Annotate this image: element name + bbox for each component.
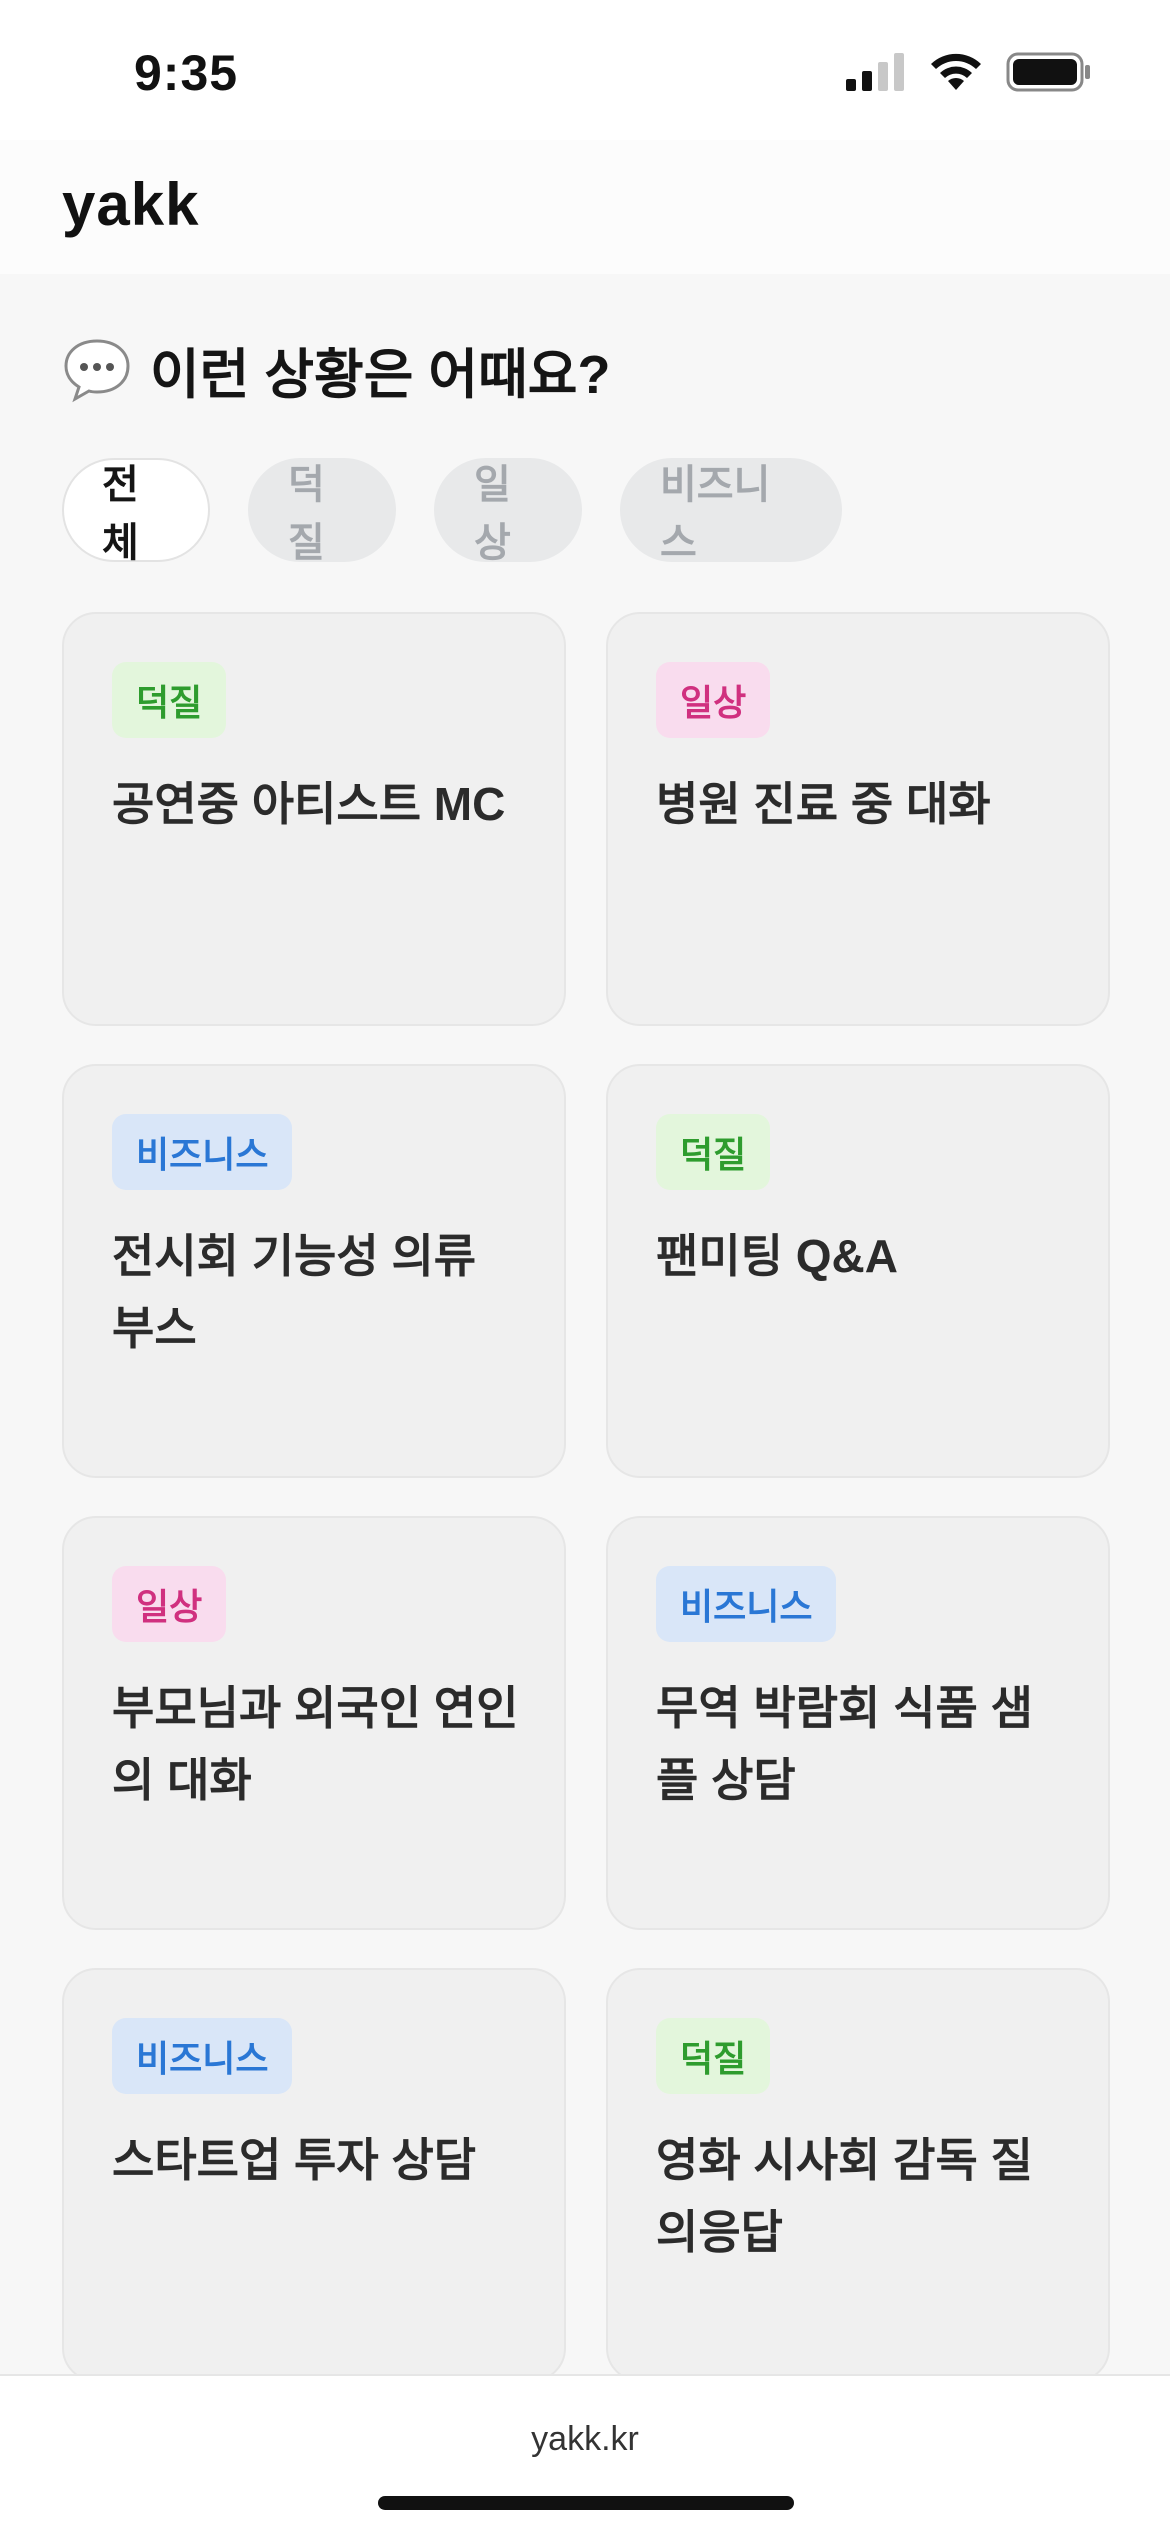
card-title: 병원 진료 중 대화 bbox=[656, 778, 991, 830]
status-bar: 9:35 bbox=[0, 0, 1170, 140]
category-tag: 일상 bbox=[656, 662, 771, 738]
app-logo[interactable]: yakk bbox=[62, 170, 199, 239]
category-tag: 비즈니스 bbox=[656, 1566, 837, 1642]
scenario-card[interactable]: 덕질 영화 시사회 감독 질의응답 bbox=[606, 1968, 1110, 2382]
wifi-icon bbox=[931, 53, 981, 90]
category-filter: 전체 덕질 일상 비즈니스 bbox=[62, 458, 842, 565]
status-time: 9:35 bbox=[134, 45, 239, 101]
category-tag: 비즈니스 bbox=[112, 2018, 293, 2094]
scenario-card[interactable]: 덕질 공연중 아티스트 MC bbox=[62, 612, 566, 1026]
scenario-card[interactable]: 비즈니스 무역 박람회 식품 샘플 상담 bbox=[606, 1516, 1110, 1930]
category-tag: 비즈니스 bbox=[112, 1114, 293, 1190]
scenario-card[interactable]: 비즈니스 전시회 기능성 의류 부스 bbox=[62, 1064, 566, 1478]
filter-chip-all[interactable]: 전체 bbox=[62, 458, 210, 565]
app-screen: 9:35 yakk 이런 상황은 어때요? 전체 덕질 일상 비즈니스 덕질 공… bbox=[0, 0, 1170, 2532]
battery-icon bbox=[1006, 52, 1090, 92]
scenario-card[interactable]: 덕질 팬미팅 Q&A bbox=[606, 1064, 1110, 1478]
card-title: 영화 시사회 감독 질의응답 bbox=[656, 2134, 1033, 2258]
cellular-signal-icon bbox=[846, 53, 904, 91]
category-tag: 덕질 bbox=[656, 2018, 771, 2094]
app-header: yakk bbox=[0, 140, 1170, 274]
url-label[interactable]: yakk.kr bbox=[0, 2420, 1170, 2459]
speech-bubble-icon bbox=[64, 338, 130, 402]
browser-bottom-bar: yakk.kr bbox=[0, 2374, 1170, 2532]
card-title: 공연중 아티스트 MC bbox=[112, 778, 506, 830]
section-title: 이런 상황은 어때요? bbox=[62, 330, 610, 409]
filter-chip-business[interactable]: 비즈니스 bbox=[620, 458, 842, 565]
home-indicator[interactable] bbox=[378, 2496, 794, 2510]
card-title: 스타트업 투자 상담 bbox=[112, 2134, 477, 2186]
filter-chip-fandom[interactable]: 덕질 bbox=[248, 458, 396, 565]
card-title: 전시회 기능성 의류 부스 bbox=[112, 1230, 477, 1354]
status-icons bbox=[846, 52, 1092, 92]
card-title: 팬미팅 Q&A bbox=[656, 1230, 898, 1282]
category-tag: 일상 bbox=[112, 1566, 227, 1642]
section-heading: 이런 상황은 어때요? bbox=[150, 345, 611, 405]
category-tag: 덕질 bbox=[112, 662, 227, 738]
scenario-card[interactable]: 일상 병원 진료 중 대화 bbox=[606, 612, 1110, 1026]
scenario-card[interactable]: 비즈니스 스타트업 투자 상담 bbox=[62, 1968, 566, 2382]
card-title: 부모님과 외국인 연인의 대화 bbox=[112, 1682, 519, 1806]
scenario-card[interactable]: 일상 부모님과 외국인 연인의 대화 bbox=[62, 1516, 566, 1930]
category-tag: 덕질 bbox=[656, 1114, 771, 1190]
filter-chip-daily[interactable]: 일상 bbox=[434, 458, 582, 565]
card-title: 무역 박람회 식품 샘플 상담 bbox=[656, 1682, 1033, 1806]
